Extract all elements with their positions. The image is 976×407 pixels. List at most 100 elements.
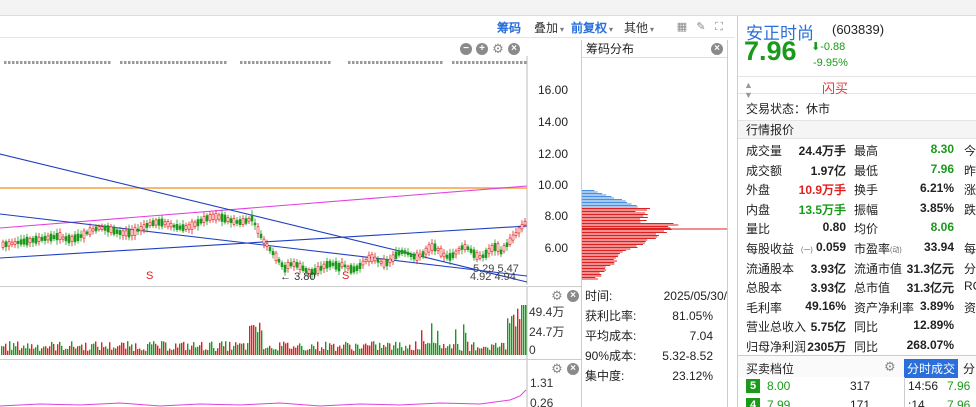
event-dot xyxy=(364,61,367,64)
event-dot xyxy=(200,61,203,64)
event-dot xyxy=(260,61,263,64)
overlay-menu[interactable]: 叠加 ▾ xyxy=(534,19,564,36)
candle-body xyxy=(403,250,407,254)
volume-bar xyxy=(213,348,215,355)
volume-bar xyxy=(259,322,261,355)
ask-volume: 171 xyxy=(850,398,871,407)
candle-body xyxy=(157,219,161,226)
tick-trade-row: :14 7.96 xyxy=(904,396,976,407)
y-tick-label: 6.00 xyxy=(544,241,568,255)
low-price-value: 3.80 xyxy=(294,271,316,283)
quote-value: 5.75亿 xyxy=(810,320,846,335)
event-dot xyxy=(204,61,207,64)
candle-body xyxy=(91,228,95,232)
tab-other[interactable]: 分 xyxy=(963,360,975,377)
candle-body xyxy=(505,242,509,247)
volume-bar xyxy=(517,308,519,355)
volume-bar xyxy=(39,350,41,355)
volume-bar xyxy=(347,342,349,355)
ask-level-row[interactable]: 4 7.99 171 xyxy=(738,396,903,407)
quote-label: 换手 xyxy=(854,183,879,198)
quote-label-cut: 分 xyxy=(964,261,976,276)
tab-tick-trades[interactable]: 分时成交 xyxy=(904,359,959,378)
ind-tick-label: 1.31 xyxy=(530,376,554,390)
event-dot xyxy=(68,61,71,64)
layout-grid-icon[interactable]: ▦ xyxy=(675,20,689,34)
candle-body xyxy=(121,230,125,236)
quote-row: 总股本 3.93亿总市值 31.3亿元 RC xyxy=(738,277,976,296)
volume-bar xyxy=(131,344,133,355)
quote-label-cut: 每 xyxy=(964,242,976,256)
candle-body xyxy=(415,252,419,261)
expand-arrows-icon[interactable]: ▲ ▼ xyxy=(744,80,753,100)
fullscreen-icon[interactable]: ⛶ xyxy=(712,20,726,34)
plus-icon[interactable]: + xyxy=(476,43,488,55)
event-dot xyxy=(4,61,7,64)
y-tick-label: 10.00 xyxy=(537,178,568,192)
flash-trade-row: ▲ ▼ 闪买 xyxy=(738,76,976,100)
volume-bar xyxy=(235,342,237,355)
volume-bar xyxy=(57,344,59,355)
ask-level-row[interactable]: 5 8.00 317 xyxy=(738,377,903,396)
event-dot xyxy=(264,61,267,64)
chip-bar xyxy=(582,235,659,236)
candle-body xyxy=(46,235,50,241)
close-icon[interactable]: × xyxy=(508,43,520,55)
candle-body xyxy=(298,262,302,270)
flash-buy-button[interactable]: 闪买 xyxy=(822,78,848,97)
other-menu[interactable]: 其他 ▾ xyxy=(624,19,654,36)
volume-bar xyxy=(513,314,515,355)
gear-icon[interactable]: ⚙ xyxy=(551,362,563,375)
event-dot xyxy=(40,61,43,64)
candle-body xyxy=(337,262,341,272)
candle-body xyxy=(232,218,236,225)
quote-value: 12.89% xyxy=(913,318,954,333)
minus-icon[interactable]: − xyxy=(460,43,472,55)
volume-bar xyxy=(309,348,311,355)
chip-bar xyxy=(582,206,638,208)
gear-icon[interactable]: ⚙ xyxy=(492,42,504,55)
event-dot xyxy=(292,61,295,64)
volume-bar xyxy=(55,350,57,355)
event-dot xyxy=(252,61,255,64)
candle-body xyxy=(502,245,506,252)
close-icon[interactable]: × xyxy=(567,290,579,302)
adjust-menu[interactable]: 前复权 ▾ xyxy=(571,19,613,36)
event-dot xyxy=(316,61,319,64)
volume-bar xyxy=(487,347,489,355)
ask-volume: 317 xyxy=(850,379,871,393)
candle-body xyxy=(100,226,104,230)
quote-value: 3.93亿 xyxy=(810,281,846,296)
candle-body xyxy=(424,247,428,255)
volume-bar xyxy=(203,350,205,355)
event-dot xyxy=(416,61,419,64)
volume-bar xyxy=(135,343,137,355)
volume-bar xyxy=(315,349,317,355)
candle-body xyxy=(199,218,203,224)
volume-bar xyxy=(185,350,187,355)
pen-icon[interactable]: ✎ xyxy=(694,20,708,34)
chip-stat-row: 集中度: 23.12% xyxy=(582,366,727,386)
gear-icon[interactable]: ⚙ xyxy=(551,289,563,302)
quote-value: 10.9万手 xyxy=(798,183,846,198)
volume-bar xyxy=(505,349,507,355)
indicator-chart[interactable]: ⚙ × 1.31 0.26 xyxy=(0,359,585,407)
event-dot xyxy=(44,61,47,64)
quote-value: 3.85% xyxy=(919,200,954,215)
volume-bar xyxy=(415,341,417,355)
volume-chart[interactable]: ⚙ × 49.4万 24.7万 0 xyxy=(0,286,585,359)
close-icon[interactable]: × xyxy=(567,363,579,375)
kline-chart[interactable]: − + ⚙ × 16.00 14.00 12.00 10.00 8.00 6.0… xyxy=(0,40,585,285)
chip-stat-value: 81.05% xyxy=(672,309,713,323)
chip-stat-label: 获利比率: xyxy=(585,309,637,323)
volume-bar xyxy=(359,348,361,355)
event-dot xyxy=(196,61,199,64)
candle-body xyxy=(145,223,149,228)
event-dot xyxy=(248,61,251,64)
volume-bar xyxy=(317,341,319,355)
chips-toggle[interactable]: 筹码 xyxy=(497,19,521,36)
event-dot xyxy=(476,61,479,64)
candle-body xyxy=(517,227,521,234)
close-icon[interactable]: × xyxy=(711,43,723,55)
gear-icon[interactable]: ⚙ xyxy=(884,359,896,375)
